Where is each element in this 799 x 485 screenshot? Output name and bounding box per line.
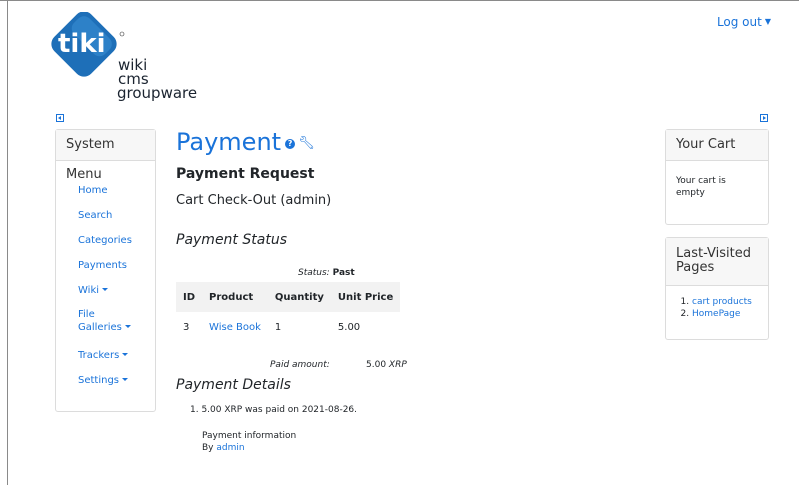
cart-items-table: ID Product Quantity Unit Price 3 Wise Bo… <box>176 282 401 342</box>
cart-empty-line-1: Your cart is <box>676 176 726 186</box>
menu-item-search[interactable]: Search <box>78 209 112 222</box>
logo-brand-text: tiki <box>58 29 106 59</box>
cell-unit-price: 5.00 <box>337 321 361 333</box>
table-header-row: ID Product Quantity Unit Price <box>176 282 401 312</box>
menu-item-payments[interactable]: Payments <box>78 259 127 272</box>
logout-menu[interactable]: Log out ▼ <box>717 15 771 29</box>
column-header-quantity: Quantity <box>267 282 331 312</box>
caret-down-icon: ▼ <box>764 17 771 26</box>
logo-line-groupware: groupware <box>117 84 198 102</box>
menu-item-trackers[interactable]: Trackers <box>78 349 129 362</box>
payment-details-heading: Payment Details <box>176 377 291 393</box>
page-title: Payment? 🔧︎ <box>176 128 315 156</box>
status-line: Status: Past <box>298 268 355 278</box>
last-visited-title-line-1: Last-Visited <box>676 246 751 261</box>
window-top-border <box>0 0 799 1</box>
last-visited-list: cart products HomePage <box>666 296 768 320</box>
last-visited-title: Last-Visited Pages <box>666 238 768 286</box>
list-item: HomePage <box>692 308 768 320</box>
last-visited-module: Last-Visited Pages cart products HomePag… <box>665 237 769 340</box>
help-icon[interactable]: ? <box>285 139 296 149</box>
page-title-text: Payment <box>176 128 282 156</box>
menu-item-categories[interactable]: Categories <box>78 234 132 247</box>
caret-down-icon <box>122 378 129 381</box>
visited-link-homepage[interactable]: HomePage <box>692 309 740 319</box>
your-cart-title: Your Cart <box>666 130 768 161</box>
list-item: cart products <box>692 296 768 308</box>
by-label: By <box>202 443 214 453</box>
menu-item-file-galleries[interactable]: File Galleries <box>78 308 131 334</box>
menu-item-settings[interactable]: Settings <box>78 374 129 387</box>
cart-empty-line-2: empty <box>676 188 705 198</box>
paid-amount-number: 5.00 <box>366 360 387 370</box>
caret-down-icon <box>102 288 109 291</box>
payment-information: Payment information By admin <box>202 430 296 454</box>
payment-information-label: Payment information <box>202 431 297 441</box>
checkout-description: Cart Check-Out (admin) <box>176 193 332 208</box>
paid-amount-label: Paid amount: <box>270 360 330 370</box>
payment-request-heading: Payment Request <box>176 166 315 182</box>
column-header-unit-price: Unit Price <box>330 282 401 312</box>
payment-detail-item: 1. 5.00 XRP was paid on 2021-08-26. <box>190 405 358 415</box>
your-cart-module: Your Cart Your cart is empty <box>665 129 769 225</box>
menu-item-home[interactable]: Home <box>78 184 108 197</box>
window-left-border <box>7 0 8 485</box>
paid-amount-value: 5.00 XRP <box>366 360 407 370</box>
site-logo[interactable]: tiki wiki cms groupware <box>50 12 220 107</box>
table-row: 3 Wise Book 1 5.00 <box>176 312 400 342</box>
user-link-admin[interactable]: admin <box>216 443 244 453</box>
cell-id: 3 <box>183 321 190 333</box>
cart-empty-message: Your cart is empty <box>666 161 768 199</box>
logo-caption: wiki cms groupware <box>117 58 198 102</box>
payment-detail-text: 5.00 XRP was paid on 2021-08-26. <box>201 405 358 415</box>
caret-down-icon <box>122 353 129 356</box>
visited-link-cart-products[interactable]: cart products <box>692 297 752 307</box>
caret-down-icon <box>124 325 131 328</box>
status-badge: Past <box>332 268 355 278</box>
last-visited-title-line-2: Pages <box>676 260 715 275</box>
payment-status-heading: Payment Status <box>176 232 287 248</box>
wrench-icon[interactable]: 🔧︎ <box>298 136 315 151</box>
product-link[interactable]: Wise Book <box>202 312 268 342</box>
column-header-product: Product <box>202 282 268 312</box>
status-label: Status: <box>298 268 330 278</box>
menu-item-wiki[interactable]: Wiki <box>78 284 109 297</box>
system-menu-title: System Menu <box>56 130 155 182</box>
logout-label: Log out <box>716 15 762 29</box>
collapse-left-column-icon[interactable] <box>56 114 64 122</box>
cell-quantity: 1 <box>274 321 282 333</box>
collapse-right-column-icon[interactable] <box>760 114 768 122</box>
column-header-id: ID <box>176 282 203 312</box>
paid-currency: XRP <box>388 360 407 370</box>
system-menu-module: System Menu Home Search Categories Payme… <box>55 129 156 412</box>
